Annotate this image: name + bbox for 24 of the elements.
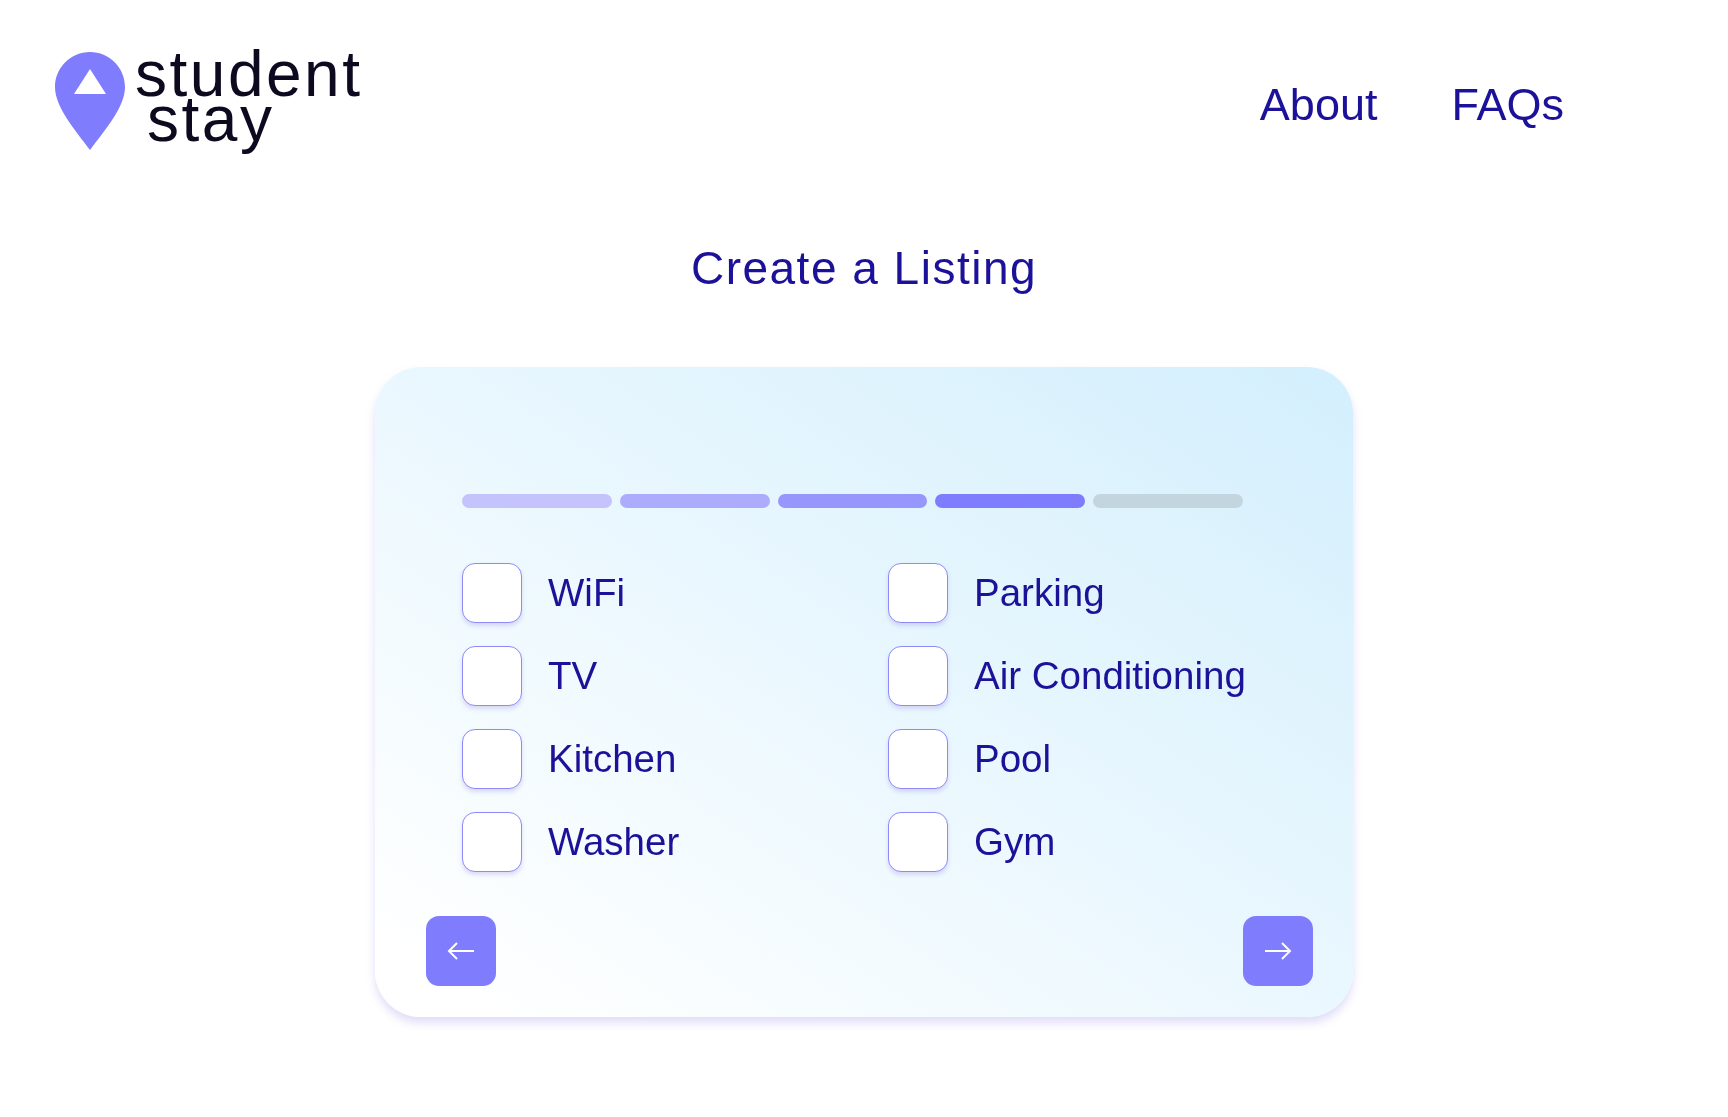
checkbox[interactable]	[888, 646, 948, 707]
checkbox-label: Pool	[974, 737, 1052, 782]
checkbox-label: Kitchen	[548, 737, 677, 782]
checkbox-label: Gym	[974, 820, 1056, 865]
location-pin-logo-icon	[55, 52, 125, 150]
checkbox[interactable]	[888, 563, 948, 624]
checkbox-label: TV	[548, 654, 598, 699]
checkbox-label: Washer	[548, 820, 680, 865]
checkbox[interactable]	[462, 729, 522, 790]
nav-link[interactable]: FAQs	[1451, 79, 1564, 131]
next-button[interactable]	[1243, 916, 1313, 987]
checkbox[interactable]	[888, 729, 948, 790]
checkbox[interactable]	[888, 812, 948, 873]
back-button[interactable]	[426, 916, 496, 987]
left-arrow-icon	[447, 942, 475, 961]
checkbox-label: Air Conditioning	[974, 654, 1246, 699]
nav-link[interactable]: About	[1259, 79, 1378, 131]
page-title: Create a Listing	[690, 241, 1038, 297]
checkbox[interactable]	[462, 646, 522, 707]
checkbox-label: WiFi	[548, 571, 625, 616]
right-arrow-icon	[1264, 942, 1292, 961]
checkbox[interactable]	[462, 812, 522, 873]
checkbox[interactable]	[462, 563, 522, 624]
checkbox-label: Parking	[974, 571, 1105, 616]
